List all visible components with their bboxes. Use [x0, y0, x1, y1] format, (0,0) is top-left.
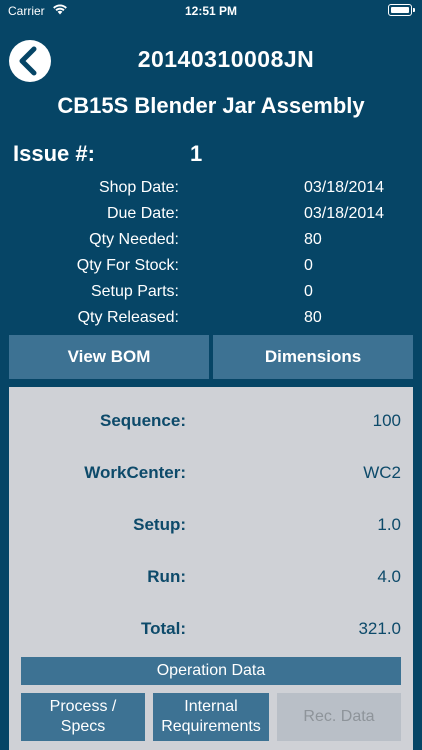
run-row: Run: 4.0 [9, 565, 413, 589]
setup-value: 1.0 [377, 515, 401, 534]
chevron-left-icon [19, 46, 37, 76]
due-date-label: Due Date: [106, 205, 179, 222]
qty-needed-value: 80 [304, 231, 322, 248]
shop-date-label: Shop Date: [98, 179, 179, 196]
qty-for-stock-row: Qty For Stock: 0 [0, 255, 422, 279]
workcenter-label: WorkCenter: [84, 463, 186, 482]
run-value: 4.0 [377, 567, 401, 586]
internal-requirements-line1: Internal [184, 698, 238, 715]
shop-date-value: 03/18/2014 [304, 179, 385, 196]
issue-label: Issue #: [13, 141, 95, 166]
operation-panel: Sequence: 100 WorkCenter: WC2 Setup: 1.0… [9, 387, 413, 750]
order-number: 20140310008JN [137, 46, 315, 72]
qty-needed-row: Qty Needed: 80 [0, 229, 422, 253]
setup-parts-label: Setup Parts: [90, 283, 179, 300]
sequence-label: Sequence: [100, 411, 186, 430]
back-button[interactable] [9, 40, 51, 82]
due-date-row: Due Date: 03/18/2014 [0, 203, 422, 227]
due-date-value: 03/18/2014 [304, 205, 385, 222]
qty-released-label: Qty Released: [77, 309, 179, 326]
qty-for-stock-value: 0 [304, 257, 313, 274]
setup-parts-row: Setup Parts: 0 [0, 281, 422, 305]
process-specs-line1: Process / [49, 698, 117, 715]
view-bom-button[interactable]: View BOM [9, 335, 209, 379]
sequence-row: Sequence: 100 [9, 409, 413, 433]
total-row: Total: 321.0 [9, 617, 413, 641]
process-specs-line2: Specs [60, 718, 106, 735]
operation-data-button[interactable]: Operation Data [21, 657, 401, 685]
setup-parts-value: 0 [304, 283, 313, 300]
total-value: 321.0 [358, 619, 401, 638]
shop-date-row: Shop Date: 03/18/2014 [0, 177, 422, 201]
run-label: Run: [147, 567, 186, 586]
rec-data-button[interactable]: Rec. Data [277, 693, 401, 741]
internal-requirements-button[interactable]: Internal Requirements [153, 693, 269, 741]
qty-released-row: Qty Released: 80 [0, 307, 422, 331]
setup-row: Setup: 1.0 [9, 513, 413, 537]
workcenter-value: WC2 [363, 463, 401, 482]
total-label: Total: [140, 619, 186, 638]
sequence-value: 100 [372, 411, 401, 430]
setup-label: Setup: [133, 515, 186, 534]
qty-for-stock-label: Qty For Stock: [76, 257, 179, 274]
internal-requirements-line2: Requirements [161, 718, 261, 735]
qty-released-value: 80 [304, 309, 322, 326]
battery-icon [388, 4, 415, 16]
status-bar: Carrier 12:51 PM [0, 0, 422, 22]
issue-value: 1 [190, 141, 203, 166]
process-specs-button[interactable]: Process / Specs [21, 693, 145, 741]
part-title: CB15S Blender Jar Assembly [57, 93, 365, 118]
clock-time: 12:51 PM [184, 4, 238, 18]
qty-needed-label: Qty Needed: [89, 231, 179, 248]
workcenter-row: WorkCenter: WC2 [9, 461, 413, 485]
dimensions-button[interactable]: Dimensions [213, 335, 413, 379]
